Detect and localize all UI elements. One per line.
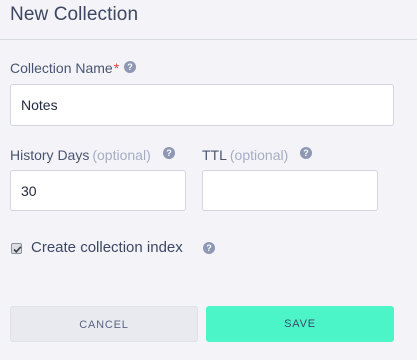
collection-name-input[interactable] — [10, 84, 394, 126]
ttl-optional-text: (optional) — [229, 147, 289, 163]
ttl-input[interactable] — [202, 170, 378, 211]
dialog-title: New Collection — [10, 4, 139, 25]
create-index-help-icon[interactable]: ? — [203, 242, 215, 254]
collection-name-label: Collection Name* — [10, 60, 119, 76]
header-divider — [0, 39, 417, 40]
history-days-optional-text: (optional) — [92, 147, 151, 163]
create-index-label[interactable]: Create collection index — [31, 239, 183, 256]
new-collection-dialog: New Collection Collection Name* ? Histor… — [0, 0, 417, 360]
ttl-label-text: TTL — [202, 147, 227, 163]
history-days-label: History Days (optional) — [10, 147, 151, 163]
ttl-label: TTL (optional) — [202, 147, 288, 163]
checkmark-icon — [13, 246, 22, 253]
create-index-checkbox[interactable] — [11, 243, 22, 254]
history-days-label-text: History Days — [10, 147, 90, 163]
save-button[interactable]: SAVE — [206, 306, 394, 342]
cancel-button[interactable]: CANCEL — [10, 306, 198, 342]
history-days-input[interactable] — [10, 170, 186, 211]
ttl-help-icon[interactable]: ? — [300, 147, 312, 159]
collection-name-label-text: Collection Name — [10, 60, 113, 76]
collection-name-help-icon[interactable]: ? — [124, 61, 136, 73]
required-asterisk: * — [113, 60, 120, 76]
history-days-help-icon[interactable]: ? — [163, 147, 175, 159]
